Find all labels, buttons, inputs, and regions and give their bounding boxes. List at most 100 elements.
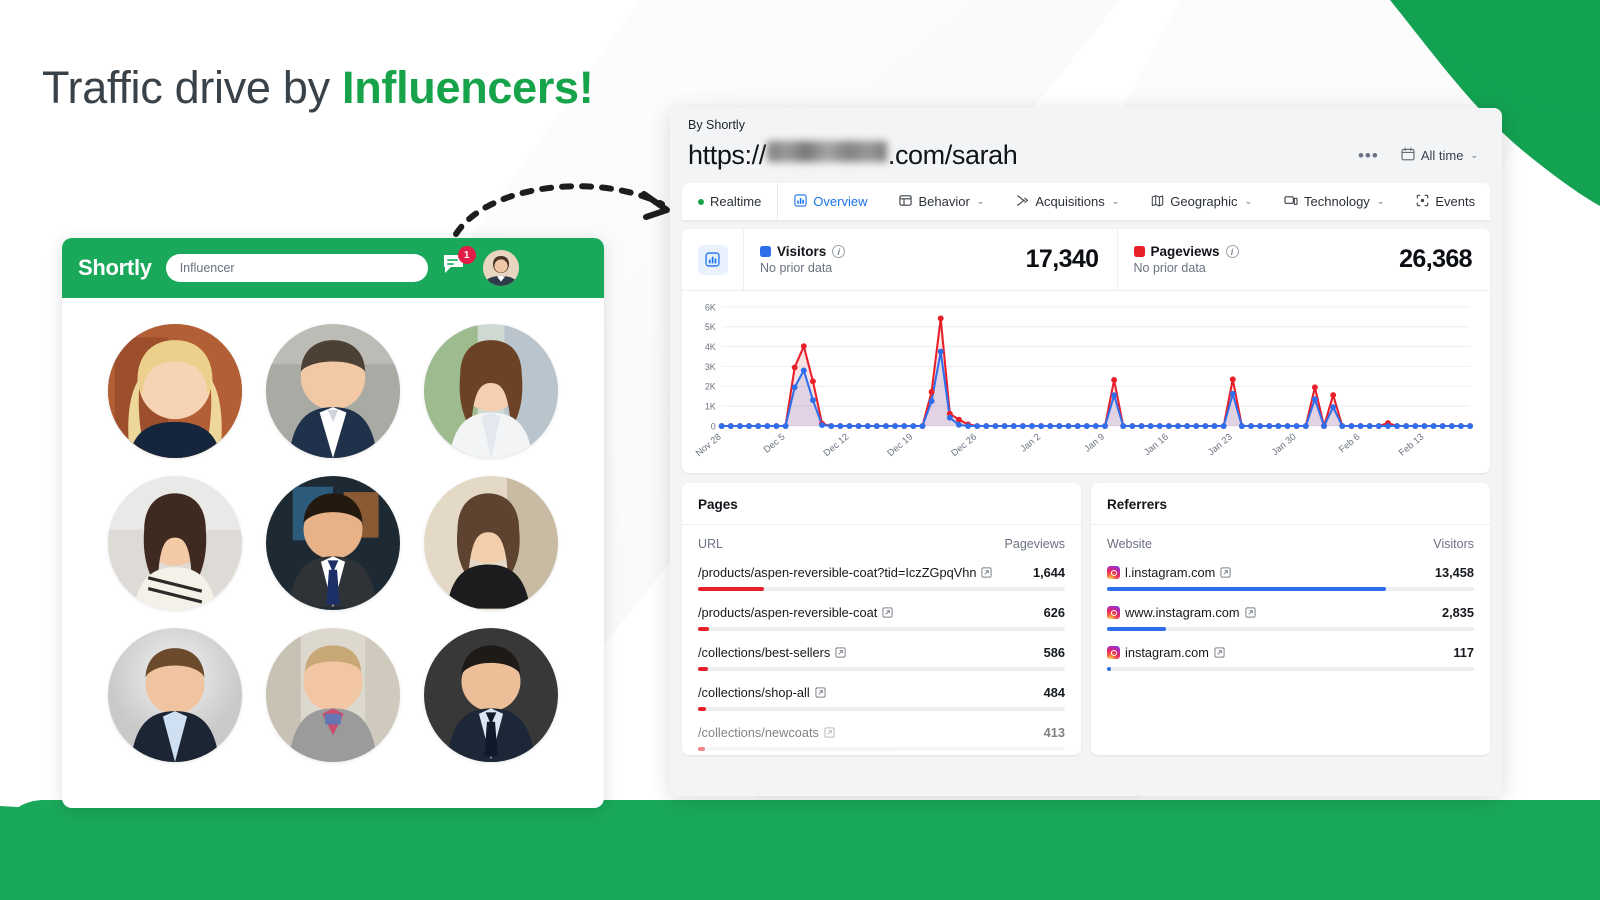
traffic-chart[interactable]: 0 1K 2K 3K 4K 5K 6K Nov 28 Dec 5 Dec 12 Dec 19 Dec … bbox=[682, 291, 1490, 473]
chart-point-visitors[interactable] bbox=[910, 423, 917, 429]
chart-point-visitors[interactable] bbox=[928, 398, 935, 405]
chart-point-visitors[interactable] bbox=[727, 423, 734, 429]
influencer-avatar[interactable] bbox=[266, 628, 400, 762]
chart-point-visitors[interactable] bbox=[1421, 423, 1428, 429]
tab-events[interactable]: Events bbox=[1400, 183, 1491, 220]
chart-point-visitors[interactable] bbox=[1083, 423, 1090, 429]
chart-point-visitors[interactable] bbox=[1293, 423, 1300, 429]
chart-point-visitors[interactable] bbox=[965, 423, 972, 429]
influencer-avatar[interactable] bbox=[266, 476, 400, 610]
chart-point-visitors[interactable] bbox=[919, 423, 926, 429]
chart-point-visitors[interactable] bbox=[1229, 390, 1236, 397]
chart-point-visitors[interactable] bbox=[819, 422, 826, 428]
external-link-icon[interactable] bbox=[1214, 647, 1225, 658]
chart-point-visitors[interactable] bbox=[1384, 423, 1391, 429]
chart-point-pageviews[interactable] bbox=[1111, 377, 1118, 383]
chart-point-visitors[interactable] bbox=[1019, 423, 1026, 429]
chart-point-visitors[interactable] bbox=[1439, 423, 1446, 429]
chart-point-visitors[interactable] bbox=[1010, 423, 1017, 429]
chart-point-pageviews[interactable] bbox=[809, 378, 816, 385]
date-range-selector[interactable]: All time ⌄ bbox=[1395, 143, 1484, 168]
chart-point-visitors[interactable] bbox=[1321, 423, 1328, 429]
chart-point-visitors[interactable] bbox=[1403, 423, 1410, 429]
chart-point-visitors[interactable] bbox=[1366, 423, 1373, 429]
chart-point-visitors[interactable] bbox=[855, 423, 862, 429]
chart-point-visitors[interactable] bbox=[946, 414, 953, 421]
chart-point-visitors[interactable] bbox=[1001, 423, 1008, 429]
table-row[interactable]: /collections/shop-all 484 bbox=[698, 679, 1065, 711]
external-link-icon[interactable] bbox=[815, 687, 826, 698]
chart-point-visitors[interactable] bbox=[983, 423, 990, 429]
chart-point-visitors[interactable] bbox=[1266, 423, 1273, 429]
external-link-icon[interactable] bbox=[824, 727, 835, 738]
chart-point-visitors[interactable] bbox=[1092, 423, 1099, 429]
info-icon[interactable]: i bbox=[832, 245, 846, 258]
table-row[interactable]: /collections/best-sellers 586 bbox=[698, 639, 1065, 671]
tab-acquisitions[interactable]: Acquisitions ⌄ bbox=[1000, 183, 1135, 220]
influencer-avatar[interactable] bbox=[266, 324, 400, 458]
chart-point-visitors[interactable] bbox=[1138, 423, 1145, 429]
chart-point-visitors[interactable] bbox=[974, 423, 981, 429]
influencer-avatar[interactable] bbox=[424, 628, 558, 762]
chart-point-visitors[interactable] bbox=[1147, 423, 1154, 429]
tab-technology[interactable]: Technology ⌄ bbox=[1268, 183, 1400, 220]
chart-point-visitors[interactable] bbox=[1284, 423, 1291, 429]
chart-point-visitors[interactable] bbox=[791, 384, 798, 391]
more-options-button[interactable]: ••• bbox=[1358, 147, 1379, 164]
chart-point-visitors[interactable] bbox=[1211, 423, 1218, 429]
search-input[interactable]: Influencer bbox=[165, 254, 428, 282]
chart-point-visitors[interactable] bbox=[1220, 423, 1227, 429]
chart-point-visitors[interactable] bbox=[1047, 423, 1054, 429]
chart-point-visitors[interactable] bbox=[1038, 423, 1045, 429]
avatar[interactable] bbox=[482, 250, 519, 286]
table-row[interactable]: /products/aspen-reversible-coat?tid=IczZ… bbox=[698, 559, 1065, 591]
chart-point-visitors[interactable] bbox=[992, 423, 999, 429]
table-row[interactable]: l.instagram.com 13,458 bbox=[1107, 559, 1474, 591]
chart-point-visitors[interactable] bbox=[1430, 423, 1437, 429]
chart-point-visitors[interactable] bbox=[755, 423, 762, 429]
external-link-icon[interactable] bbox=[1220, 567, 1231, 578]
influencer-avatar[interactable] bbox=[424, 476, 558, 610]
chart-point-visitors[interactable] bbox=[937, 348, 944, 355]
chart-point-visitors[interactable] bbox=[1339, 423, 1346, 429]
chart-point-visitors[interactable] bbox=[800, 367, 807, 374]
chart-point-pageviews[interactable] bbox=[955, 416, 962, 423]
chart-point-visitors[interactable] bbox=[1028, 423, 1035, 429]
chart-point-visitors[interactable] bbox=[864, 423, 871, 429]
chart-point-visitors[interactable] bbox=[1111, 392, 1118, 399]
chart-point-visitors[interactable] bbox=[1275, 423, 1282, 429]
tab-realtime[interactable]: Realtime bbox=[682, 183, 779, 220]
table-row[interactable]: instagram.com 117 bbox=[1107, 639, 1474, 671]
chart-point-visitors[interactable] bbox=[773, 423, 780, 429]
influencer-avatar[interactable] bbox=[108, 628, 242, 762]
chart-point-visitors[interactable] bbox=[1175, 423, 1181, 429]
chart-point-visitors[interactable] bbox=[1357, 423, 1364, 429]
chart-point-visitors[interactable] bbox=[1412, 423, 1419, 429]
influencer-avatar[interactable] bbox=[108, 476, 242, 610]
chart-point-visitors[interactable] bbox=[882, 423, 889, 429]
chart-point-pageviews[interactable] bbox=[1330, 392, 1337, 398]
chart-point-visitors[interactable] bbox=[1065, 423, 1072, 429]
chart-point-pageviews[interactable] bbox=[1311, 384, 1318, 391]
table-row[interactable]: /collections/newcoats 413 bbox=[698, 719, 1065, 751]
chart-point-visitors[interactable] bbox=[1165, 423, 1172, 429]
chart-point-visitors[interactable] bbox=[1248, 423, 1254, 429]
chart-point-visitors[interactable] bbox=[955, 421, 962, 428]
chart-point-visitors[interactable] bbox=[1193, 423, 1200, 429]
chart-point-visitors[interactable] bbox=[1056, 423, 1063, 429]
chat-button[interactable]: 1 bbox=[442, 246, 476, 283]
table-row[interactable]: www.instagram.com 2,835 bbox=[1107, 599, 1474, 631]
chart-point-visitors[interactable] bbox=[1302, 423, 1309, 429]
chart-point-visitors[interactable] bbox=[1457, 423, 1464, 429]
tab-geographic[interactable]: Geographic ⌄ bbox=[1135, 183, 1268, 220]
tab-behavior[interactable]: Behavior ⌄ bbox=[883, 183, 1000, 220]
chart-point-visitors[interactable] bbox=[782, 423, 789, 429]
chart-point-visitors[interactable] bbox=[736, 423, 743, 429]
info-icon[interactable]: i bbox=[1225, 245, 1239, 258]
chart-point-visitors[interactable] bbox=[1330, 404, 1337, 411]
chart-point-pageviews[interactable] bbox=[791, 364, 798, 371]
chart-point-visitors[interactable] bbox=[846, 423, 853, 429]
chart-point-visitors[interactable] bbox=[1238, 423, 1245, 429]
external-link-icon[interactable] bbox=[1244, 607, 1256, 618]
chart-point-visitors[interactable] bbox=[1348, 423, 1355, 429]
